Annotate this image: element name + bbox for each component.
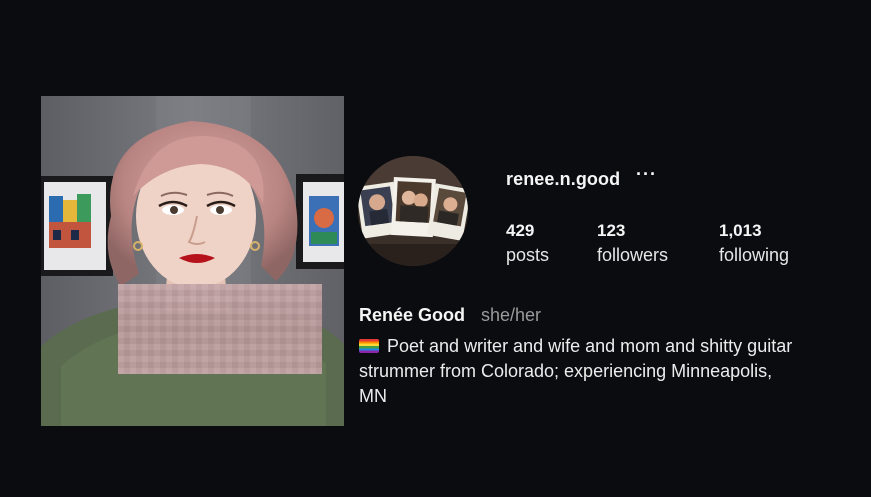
posts-label: posts (506, 245, 550, 265)
followers-count: 123 (597, 221, 626, 240)
photo-illustration (41, 96, 344, 426)
more-options-icon[interactable]: ··· (636, 164, 657, 185)
posts-count: 429 (506, 221, 535, 240)
followers-label: followers (597, 245, 669, 265)
profile-screenshot: renee.n.good ··· 429 posts 123 followers… (0, 0, 871, 497)
profile-photo (41, 96, 344, 426)
bio: Poet and writer and wife and mom and shi… (359, 334, 799, 409)
avatar[interactable] (358, 156, 468, 266)
stat-following[interactable]: 1,013 following (719, 221, 789, 268)
stat-followers[interactable]: 123 followers (597, 221, 668, 268)
full-name: Renée Good (359, 305, 466, 325)
pronouns: she/her (481, 305, 542, 325)
redaction-blur (118, 284, 322, 374)
following-label: following (719, 245, 790, 265)
stat-posts[interactable]: 429 posts (506, 221, 549, 268)
username[interactable]: renee.n.good (506, 169, 620, 190)
bio-text: Poet and writer and wife and mom and shi… (359, 336, 793, 406)
rainbow-flag-icon (359, 339, 379, 353)
following-count: 1,013 (719, 221, 762, 240)
avatar-image (358, 156, 468, 266)
